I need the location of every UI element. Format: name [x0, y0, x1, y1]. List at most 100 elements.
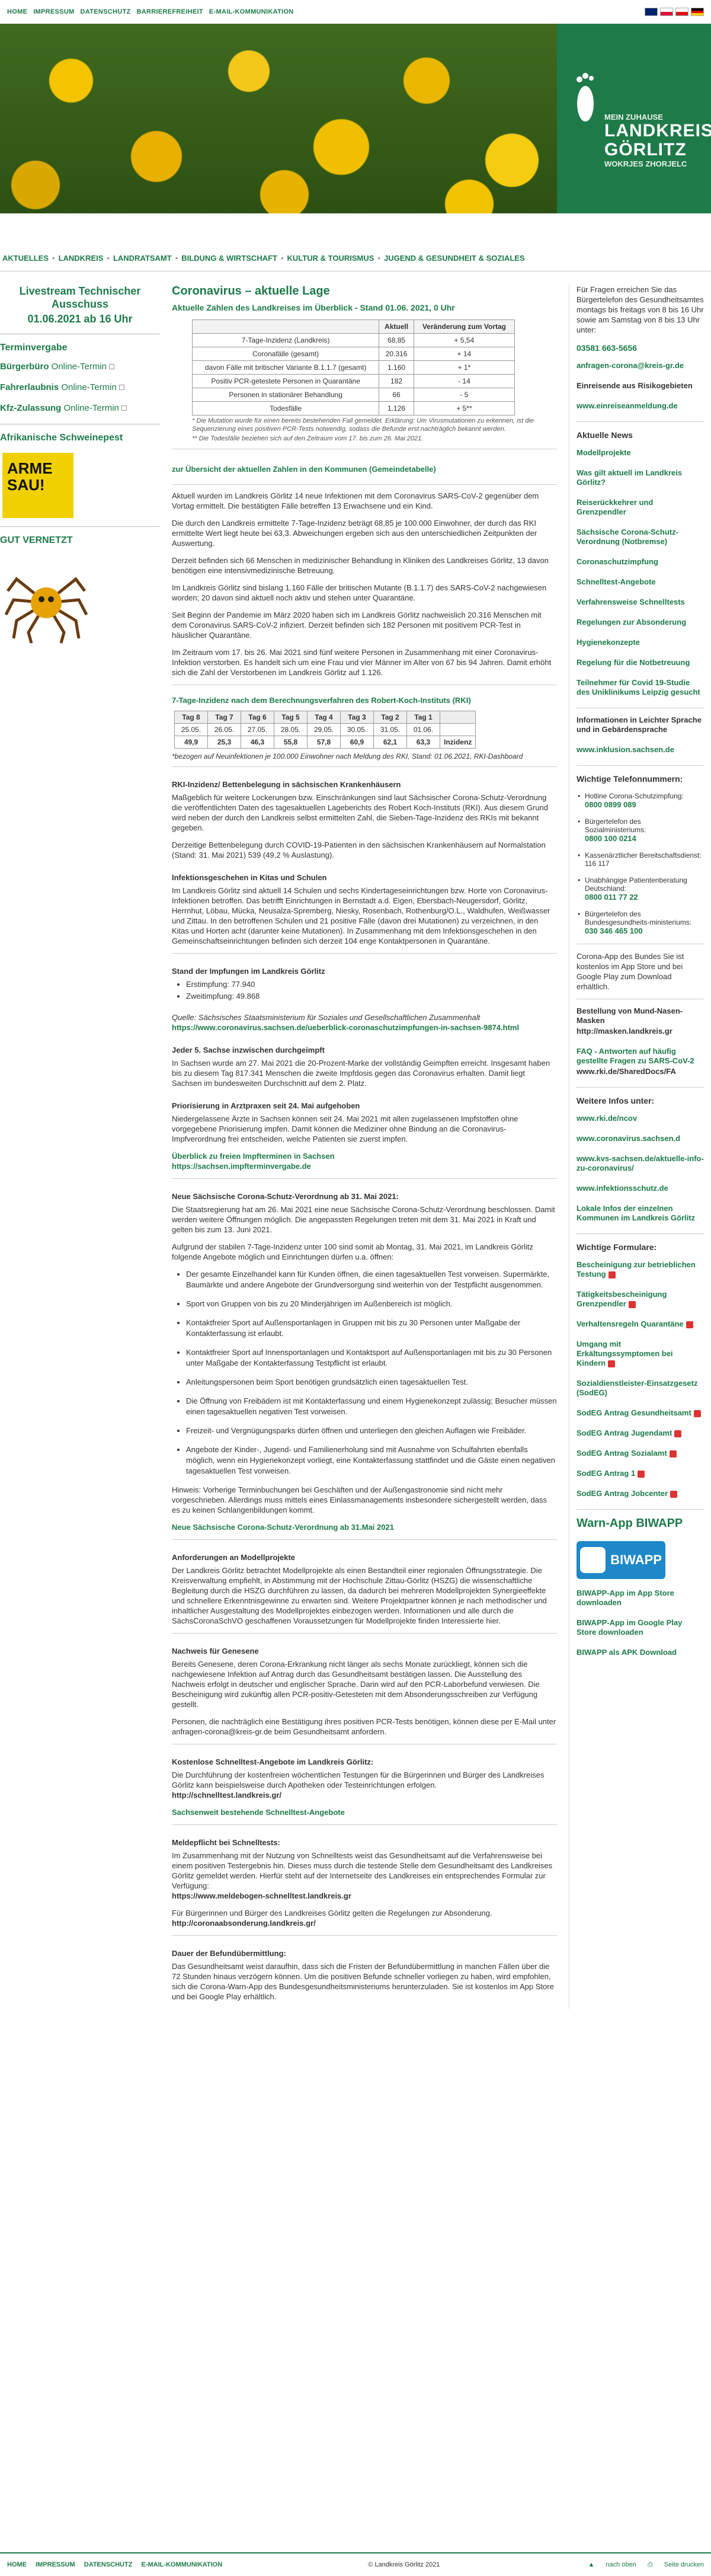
news-link-absonderung[interactable]: Regelungen zur Absonderung [577, 618, 704, 627]
footer-email[interactable]: E-MAIL-KOMMUNIKATION [142, 2561, 223, 2568]
impf-link[interactable]: https://sachsen.impfterminvergabe.de [172, 1161, 557, 1171]
nav-aktuelles[interactable]: AKTUELLES [2, 254, 49, 263]
termin-buergerbuero-link[interactable]: Bürgerbüro Online-Termin [0, 362, 160, 372]
topnav-impressum[interactable]: IMPRESSUM [33, 8, 74, 15]
back-to-top-link[interactable]: ▲ nach oben [588, 2561, 636, 2568]
copyright: © Landkreis Görlitz 2021 [368, 2561, 440, 2568]
tel-list: Hotline Corona-Schutzimpfung:0800 0899 0… [577, 792, 704, 935]
nav-kultur[interactable]: KULTUR & TOURISMUS [287, 254, 374, 263]
arme-sau-banner[interactable]: ARME SAU! [2, 453, 73, 518]
hotline-phone[interactable]: 03581 663-5656 [577, 343, 704, 353]
schnelltest-link-2[interactable]: Sachsenweit bestehende Schnelltest-Angeb… [172, 1807, 557, 1817]
impf-link-label[interactable]: Überblick zu freien Impfterminen in Sach… [172, 1151, 557, 1161]
pdf-icon [628, 1300, 636, 1308]
nav-landkreis[interactable]: LANDKREIS [59, 254, 104, 263]
formulare-heading: Wichtige Formulare: [577, 1242, 657, 1252]
pdf-icon [693, 1410, 701, 1417]
spider-mascot-icon[interactable] [4, 561, 88, 644]
footer-datenschutz[interactable]: DATENSCHUTZ [84, 2561, 133, 2568]
schnelltest-heading: Kostenlose Schnelltest-Angebote im Landk… [172, 1757, 374, 1766]
news-link-notbetreuung[interactable]: Regelung für die Notbetreuung [577, 658, 704, 667]
table-row: Personen in stationärer Behandlung 66- 5 [191, 388, 515, 402]
news-link-reiserueckkehrer[interactable]: Reiserückkehrer und Grenzpendler [577, 498, 704, 517]
einreise-link[interactable]: www.einreiseanmeldung.de [577, 401, 704, 411]
formular-link[interactable]: Verhaltensregeln Quarantäne [577, 1319, 704, 1329]
nav-landratsamt[interactable]: LANDRATSAMT [113, 254, 172, 263]
flag-de-icon[interactable] [691, 8, 704, 16]
paragraph: Die durch den Landkreis ermittelte 7-Tag… [172, 519, 537, 548]
weitere-link-kvs[interactable]: www.kvs-sachsen.de/aktuelle-info-zu-coro… [577, 1154, 704, 1173]
termin-kfz-link[interactable]: Kfz-Zulassung Online-Termin [0, 403, 160, 413]
livestream-box[interactable]: Livestream Technischer Ausschuss 01.06.2… [0, 285, 160, 325]
formular-link[interactable]: SodEG Antrag Jugendamt [577, 1428, 704, 1438]
biwapp-logo[interactable]: BIWAPP [577, 1541, 665, 1579]
language-flags [645, 8, 704, 16]
biwapp-playstore-link[interactable]: BIWAPP-App im Google Play Store download… [577, 1618, 704, 1637]
flag-uk-icon[interactable] [645, 8, 658, 16]
formular-link[interactable]: Umgang mit Erkältungssymptomen bei Kinde… [577, 1340, 704, 1368]
faq-link[interactable]: www.rki.de/SharedDocs/FA [577, 1067, 704, 1076]
news-link-verfahrensweise[interactable]: Verfahrensweise Schnelltests [577, 597, 704, 607]
communes-link[interactable]: zur Übersicht der aktuellen Zahlen in de… [172, 465, 557, 474]
biwapp-apk-link[interactable]: BIWAPP als APK Download [577, 1648, 704, 1657]
topnav-datenschutz[interactable]: DATENSCHUTZ [81, 8, 131, 15]
formular-link[interactable]: Bescheinigung zur betrieblichen Testung [577, 1260, 704, 1279]
hotline-email[interactable]: anfragen-corona@kreis-gr.de [577, 361, 704, 370]
news-link-schnelltest[interactable]: Schnelltest-Angebote [577, 577, 704, 587]
dauer-heading: Dauer der Befundübermittlung: [172, 1949, 286, 1958]
faq-label[interactable]: FAQ - Antworten auf häufig gestellte Fra… [577, 1047, 704, 1066]
weitere-link-rki[interactable]: www.rki.de/ncov [577, 1114, 704, 1123]
news-link-notbremse[interactable]: Sächsische Corona-Schutz-Verordnung (Not… [577, 528, 704, 546]
news-link-studie[interactable]: Teilnehmer für Covid 19-Studie des Unikl… [577, 678, 704, 697]
weitere-link-sachsen[interactable]: www.coronavirus.sachsen.d [577, 1134, 704, 1143]
flag-cz-icon[interactable] [675, 8, 688, 16]
termin-fahrerlaubnis-link[interactable]: Fahrerlaubnis Online-Termin [0, 382, 160, 392]
flag-pl-icon[interactable] [660, 8, 673, 16]
table-row: Coronafälle (gesamt) 20.316 + 14 [191, 347, 515, 361]
weitere-link-infektionsschutz[interactable]: www.infektionsschutz.de [577, 1184, 704, 1193]
formular-link[interactable]: Tätigkeitsbescheinigung Grenzpendler [577, 1290, 704, 1309]
topnav-email[interactable]: E-MAIL-KOMMUNIKATION [209, 8, 294, 15]
formular-link[interactable]: SodEG Antrag 1 [577, 1469, 704, 1478]
nav-bildung[interactable]: BILDUNG & WIRTSCHAFT [181, 254, 277, 263]
regel-link[interactable]: http://coronaabsonderung.landkreis.gr/ [172, 1918, 557, 1928]
footer-home[interactable]: HOME [7, 2561, 27, 2568]
pdf-icon [674, 1430, 682, 1437]
list-item: Bürgertelefon des Sozialministeriums:080… [577, 817, 704, 843]
biwapp-appstore-link[interactable]: BIWAPP-App im App Store downloaden [577, 1589, 704, 1607]
news-link-impfung[interactable]: Coronaschutzimpfung [577, 557, 704, 567]
formular-link[interactable]: Sozialdienstleister-Einsatzgesetz (SodEG… [577, 1379, 704, 1398]
list-item: Freizeit- und Vergnügungsparks dürfen öf… [186, 1426, 557, 1436]
leichte-sprache-link[interactable]: www.inklusion.sachsen.de [577, 745, 704, 755]
meldepflicht-link[interactable]: https://www.meldebogen-schnelltest.landk… [172, 1891, 557, 1901]
nav-jugend[interactable]: JUGEND & GESUNDHEIT & SOZIALES [384, 254, 525, 263]
paragraph: Das Gesundheitsamt weist daraufhin, dass… [172, 1962, 554, 2001]
paragraph: Der Landkreis Görlitz betrachtet Modellp… [172, 1566, 547, 1625]
gut-vernetzt-heading: GUT VERNETZT [0, 535, 73, 545]
masken-label: Bestellung von Mund-Nasen-Masken [577, 1006, 683, 1025]
verordnung-link[interactable]: Neue Sächsische Corona-Schutz-Verordnung… [172, 1522, 557, 1532]
footer-impressum[interactable]: IMPRESSUM [36, 2561, 75, 2568]
schools-heading: Infektionsgeschehen in Kitas und Schulen [172, 873, 327, 882]
logo-panel[interactable]: MEIN ZUHAUSE LANDKREIS GÖRLITZ WOKRJES Z… [557, 24, 711, 213]
topnav-barrierefreiheit[interactable]: BARRIEREFREIHEIT [137, 8, 203, 15]
vaccination-link[interactable]: https://www.coronavirus.sachsen.de/ueber… [172, 1022, 557, 1033]
formular-link[interactable]: SodEG Antrag Sozialamt [577, 1449, 704, 1458]
weitere-link-kommunen[interactable]: Lokale Infos der einzelnen Kommunen im L… [577, 1204, 704, 1223]
table-row: davon Fälle mit britischer Variante B.1.… [191, 360, 515, 375]
verordnung-list: Der gesamte Einzelhandel kann für Kunden… [186, 1269, 557, 1476]
print-link[interactable]: ⎙ Seite drucken [648, 2561, 704, 2568]
hinweis-text: Hinweis: Vorherige Terminbuchungen bei G… [172, 1485, 547, 1514]
news-link-hygiene[interactable]: Hygienekonzepte [577, 638, 704, 647]
news-link-modellprojekte[interactable]: Modellprojekte [577, 448, 704, 458]
top-nav: HOME IMPRESSUM DATENSCHUTZ BARRIEREFREIH… [7, 8, 294, 15]
list-item: Bürgertelefon des Bundesgesundheits-mini… [577, 910, 704, 935]
formular-link[interactable]: SodEG Antrag Jobcenter [577, 1489, 704, 1498]
footer-actions: ▲ nach oben ⎙ Seite drucken [578, 2561, 704, 2569]
masken-link[interactable]: http://masken.landkreis.gr [577, 1027, 704, 1036]
schnelltest-link[interactable]: http://schnelltest.landkreis.gr/ [172, 1790, 557, 1800]
topnav-home[interactable]: HOME [7, 8, 27, 15]
news-link-was-gilt[interactable]: Was gilt aktuell im Landkreis Görlitz? [577, 468, 704, 487]
formular-link[interactable]: SodEG Antrag Gesundheitsamt [577, 1408, 704, 1418]
rki-table: Tag 8 Tag 7 Tag 6 Tag 5 Tag 4 Tag 3 Tag 2 Tag 1… [174, 711, 476, 749]
